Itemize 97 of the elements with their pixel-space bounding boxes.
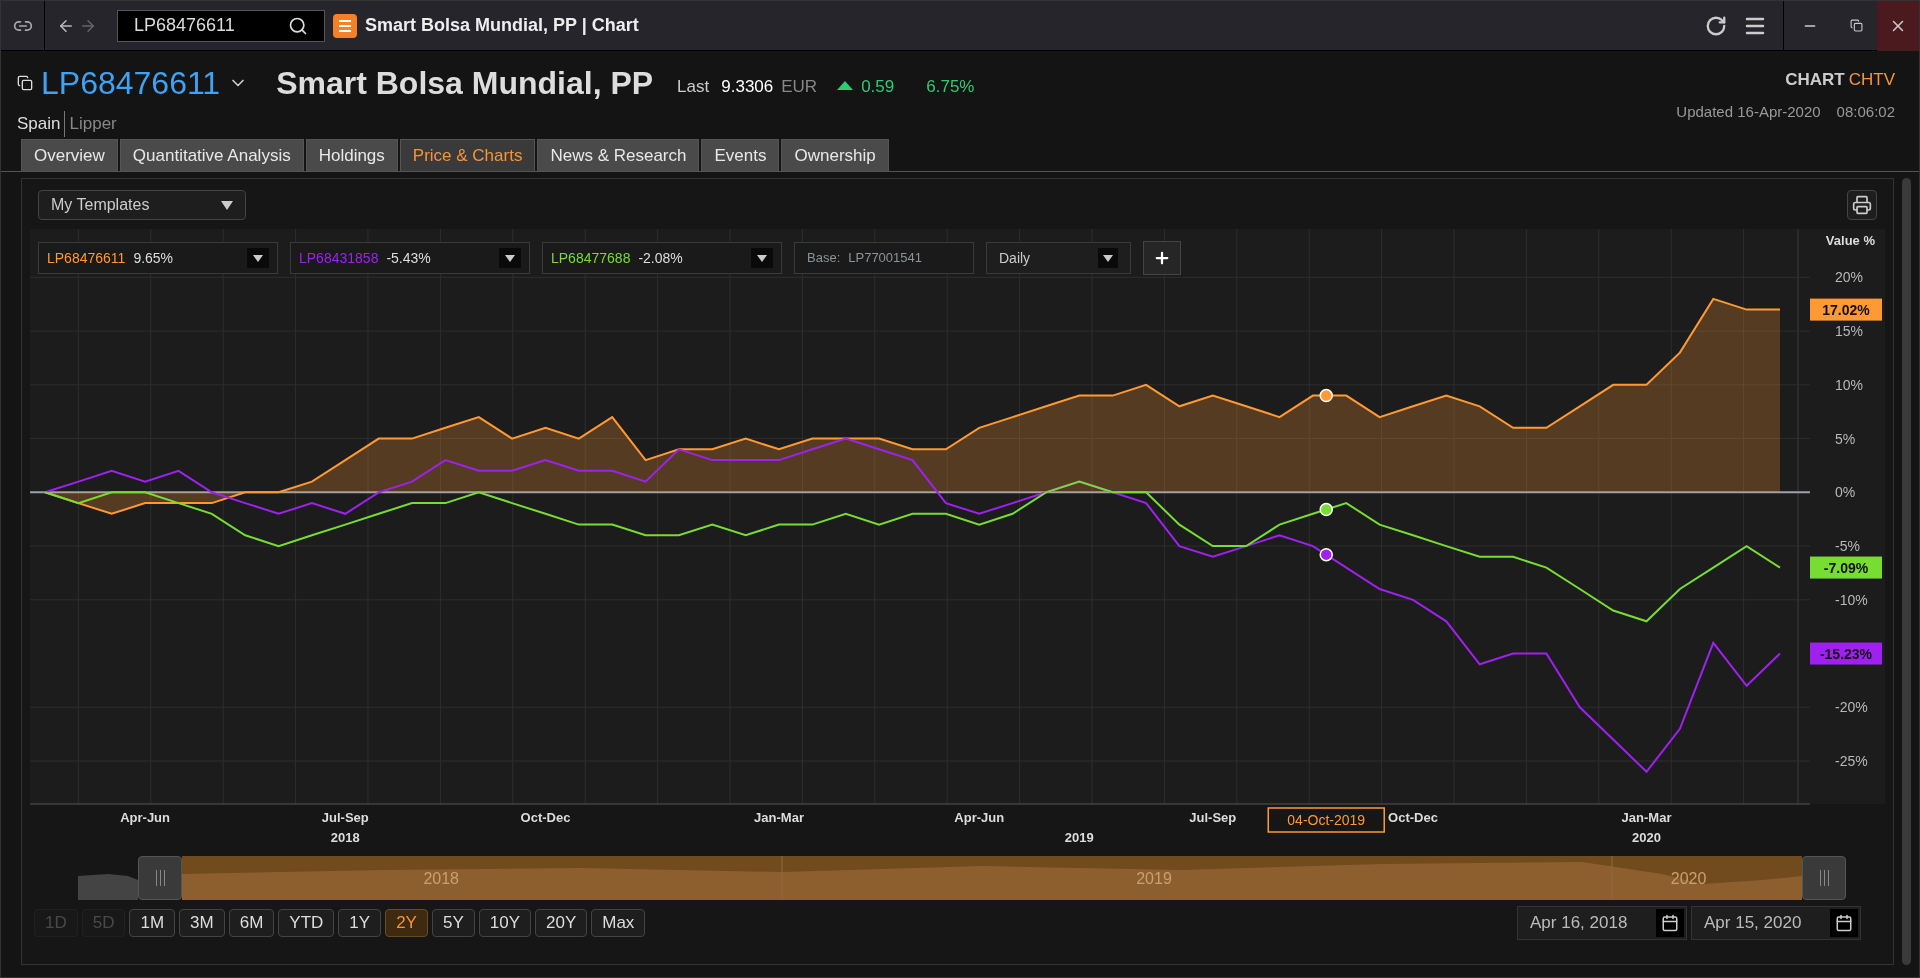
- caret-icon[interactable]: [751, 248, 773, 268]
- year-label: 2018: [330, 830, 360, 845]
- legend-change: 9.65%: [133, 248, 174, 268]
- series-legend-item[interactable]: LP68476611 9.65%: [38, 242, 278, 274]
- series-legend-item[interactable]: LP68477688 -2.08%: [542, 242, 782, 274]
- plus-icon: [1153, 249, 1171, 267]
- add-series-button[interactable]: [1143, 241, 1181, 275]
- tab[interactable]: News & Research: [537, 139, 700, 171]
- y-tick-label: -20%: [1835, 699, 1868, 716]
- navigator-right-handle[interactable]: [1802, 856, 1846, 900]
- x-tick-label: Apr-Jun: [954, 810, 1005, 825]
- calendar-icon[interactable]: [1830, 909, 1858, 937]
- y-tick-label: -5%: [1835, 538, 1860, 555]
- range-button[interactable]: 2Y: [385, 909, 428, 937]
- legend-ticker: LP68477688: [551, 248, 631, 268]
- year-label: 2020: [1632, 830, 1661, 845]
- y-tick-label: 0%: [1835, 484, 1856, 501]
- last-value-tag: 17.02%: [1810, 298, 1882, 321]
- y-tick-label: 15%: [1835, 323, 1864, 340]
- navigator-preview: [78, 874, 138, 900]
- range-button[interactable]: 6M: [228, 909, 275, 937]
- instrument-code: LP68476611: [41, 64, 221, 103]
- crosshair-date-label: 04-Oct-2019: [1267, 807, 1385, 833]
- country: Spain: [17, 111, 66, 137]
- date-field[interactable]: Apr 15, 2020: [1691, 906, 1861, 940]
- year-label: 2019: [1064, 830, 1094, 845]
- instrument-name: Smart Bolsa Mundial, PP: [276, 64, 654, 103]
- legend-ticker: LP68476611: [47, 248, 126, 268]
- range-button[interactable]: 3M: [179, 909, 225, 937]
- y-tick-label: 5%: [1835, 430, 1856, 447]
- navigator-year: 2020: [1670, 870, 1707, 887]
- y-axis-title: Value %: [1825, 233, 1875, 248]
- range-button[interactable]: 5Y: [431, 909, 475, 937]
- y-tick-label: 10%: [1835, 376, 1864, 393]
- range-button[interactable]: 20Y: [535, 909, 588, 937]
- data-source: Lipper: [68, 113, 117, 135]
- search-field[interactable]: LP68476611: [117, 9, 325, 42]
- x-tick-label: Jan-Mar: [754, 810, 804, 825]
- x-tick-label: Oct-Dec: [520, 810, 571, 825]
- last-price: 9.3306: [721, 76, 774, 99]
- refresh-icon[interactable]: [1705, 14, 1727, 37]
- legend-change: -5.43%: [386, 248, 431, 268]
- crosshair-marker: [1319, 547, 1333, 562]
- crosshair-marker: [1319, 388, 1333, 403]
- range-button[interactable]: Max: [591, 909, 646, 937]
- base-label: Base:: [807, 249, 841, 268]
- print-icon[interactable]: [1847, 190, 1877, 220]
- navigator-year: 2019: [1136, 870, 1172, 887]
- date-field[interactable]: Apr 16, 2018: [1517, 906, 1687, 940]
- range-button[interactable]: 1Y: [338, 909, 382, 937]
- tab[interactable]: Price & Charts: [399, 139, 536, 171]
- base-value: LP77001541: [848, 249, 922, 268]
- x-tick-label: Jan-Mar: [1621, 810, 1672, 825]
- tab[interactable]: Events: [701, 139, 780, 171]
- navigator-left-handle[interactable]: [138, 856, 182, 900]
- y-tick-label: -10%: [1835, 591, 1868, 608]
- range-button[interactable]: 1M: [129, 909, 176, 937]
- currency: EUR: [781, 76, 818, 99]
- window-icon[interactable]: [17, 75, 33, 91]
- x-tick-label: Jul-Sep: [321, 810, 369, 825]
- scrollbar[interactable]: [1902, 178, 1911, 965]
- last-value-tag: -15.23%: [1810, 642, 1882, 665]
- y-tick-label: 20%: [1835, 269, 1864, 286]
- range-button[interactable]: YTD: [278, 909, 335, 937]
- legend-change: -2.08%: [638, 248, 683, 268]
- caret-icon[interactable]: [499, 248, 521, 268]
- caret-icon[interactable]: [247, 248, 269, 268]
- close-icon[interactable]: [1877, 1, 1919, 51]
- tab[interactable]: Ownership: [781, 139, 889, 171]
- navigator-year: 2018: [423, 870, 459, 887]
- last-label: Last: [677, 76, 710, 99]
- tab[interactable]: Holdings: [305, 139, 398, 171]
- app-label: CHART: [1785, 69, 1845, 91]
- percent-change: 6.75%: [926, 76, 975, 99]
- legend-ticker: LP68431858: [299, 248, 379, 268]
- price-change: 0.59: [861, 76, 895, 99]
- updated-time: 08:06:02: [1836, 101, 1895, 122]
- calendar-icon[interactable]: [1656, 909, 1684, 937]
- window-title: Smart Bolsa Mundial, PP | Chart: [365, 14, 639, 37]
- x-tick-label: Apr-Jun: [120, 810, 170, 825]
- x-tick-label: Jul-Sep: [1189, 810, 1237, 825]
- templates-dropdown[interactable]: My Templates: [38, 190, 246, 220]
- caret-icon: [221, 200, 233, 210]
- caret-icon: [1098, 248, 1118, 268]
- tab[interactable]: Quantitative Analysis: [119, 139, 304, 171]
- interval-dropdown[interactable]: Daily: [986, 242, 1131, 274]
- app-code: CHTV: [1848, 69, 1895, 91]
- series-legend-item[interactable]: LP68431858 -5.43%: [290, 242, 530, 274]
- tab[interactable]: Overview: [21, 139, 118, 171]
- updated-date: Updated 16-Apr-2020: [1676, 101, 1821, 122]
- last-value-tag: -7.09%: [1810, 556, 1882, 579]
- y-tick-label: -25%: [1835, 753, 1868, 769]
- crosshair-marker: [1319, 502, 1333, 517]
- range-button[interactable]: 10Y: [478, 909, 531, 937]
- x-tick-label: Oct-Dec: [1388, 810, 1438, 825]
- search-icon: [288, 15, 308, 36]
- app-icon[interactable]: [333, 13, 357, 38]
